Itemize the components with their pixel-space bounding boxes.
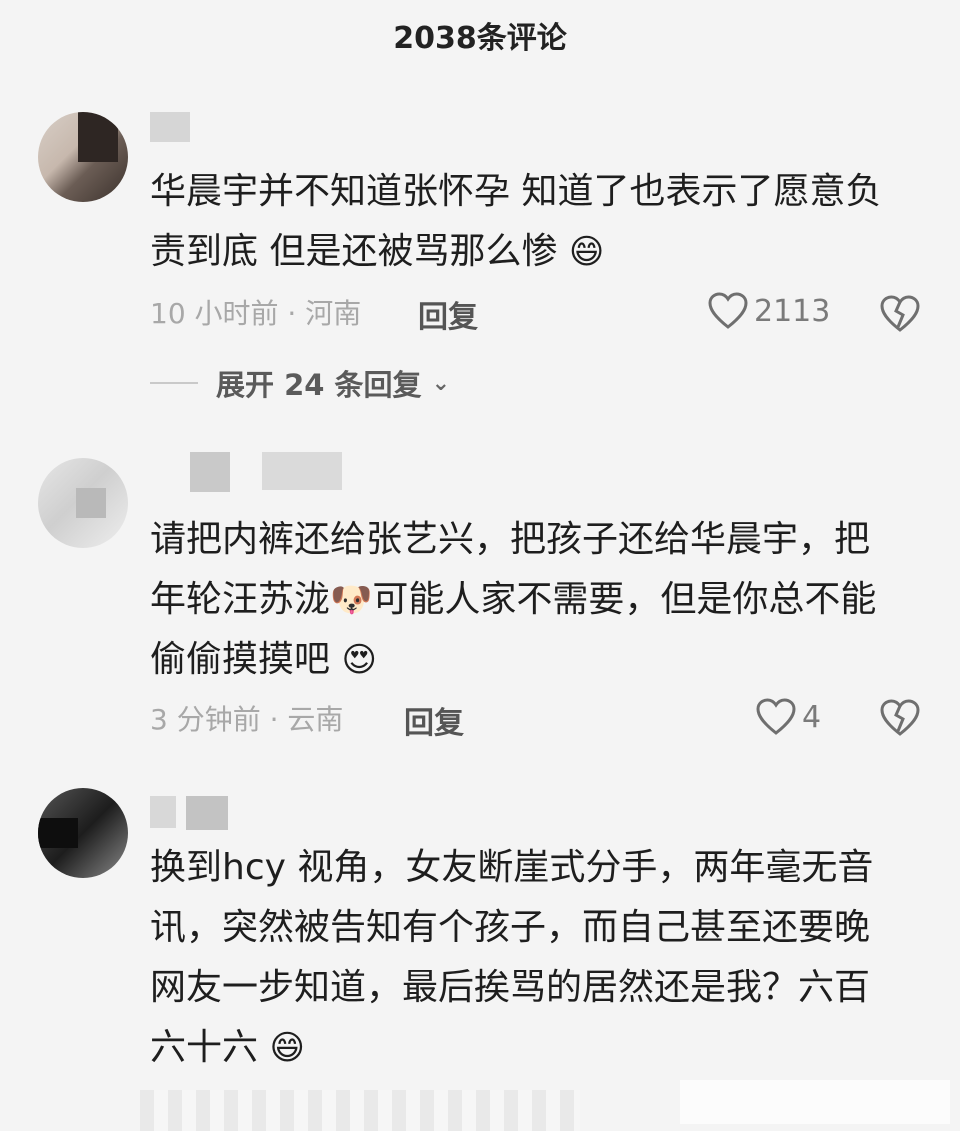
comment-text-line: 华晨宇并不知道张怀孕 知道了也表示了愿意负 — [150, 171, 882, 212]
username-blur — [190, 452, 230, 492]
username-blur — [262, 452, 342, 490]
broken-heart-icon[interactable] — [880, 698, 920, 738]
comment-text-line: 责到底 但是还被骂那么惨 😄 — [150, 222, 920, 282]
heart-outline-icon — [756, 698, 796, 735]
heart-eyes-emoji-icon: 😍 — [341, 640, 377, 680]
comment-meta: 10 小时前 · 河南 — [150, 297, 362, 330]
grin-emoji-icon: 😄 — [568, 232, 605, 272]
grin-emoji-icon: 😄 — [269, 1028, 305, 1068]
avatar[interactable] — [38, 112, 128, 202]
comment-count-title: 2038条评论 — [393, 21, 567, 56]
avatar-blur — [38, 818, 78, 848]
comment-text: 华晨宇并不知道张怀孕 知道了也表示了愿意负 责到底 但是还被骂那么惨 😄 — [150, 162, 920, 282]
comments-header: 2038条评论 — [0, 0, 960, 70]
comment-text-segment: 偷偷摸摸吧 — [150, 639, 331, 680]
obscured-meta — [140, 1090, 580, 1131]
avatar-blur — [78, 112, 118, 162]
comment-text-line: 换到hcy 视角，女友断崖式分手，两年毫无音 — [150, 847, 874, 888]
like-button[interactable]: 4 — [756, 698, 821, 736]
username-blur — [150, 112, 190, 142]
like-button[interactable]: 2113 — [708, 292, 830, 330]
expand-replies-label: 展开 24 条回复 — [216, 368, 422, 402]
reply-button[interactable]: 回复 — [418, 292, 478, 336]
avatar[interactable] — [38, 788, 128, 878]
dog-emoji-icon: 🐶 — [330, 580, 373, 620]
chevron-down-icon: ⌄ — [431, 370, 450, 396]
expand-replies-button[interactable]: 展开 24 条回复 ⌄ — [150, 362, 450, 404]
comment-text-line: 讯，突然被告知有个孩子，而自己甚至还要晚 — [150, 907, 871, 948]
comment-text-line: 年轮汪苏泷🐶可能人家不需要，但是你总不能 — [150, 570, 920, 630]
reply-button[interactable]: 回复 — [404, 698, 464, 742]
divider — [150, 382, 198, 384]
comment-text-line: 偷偷摸摸吧 😍 — [150, 630, 920, 690]
watermark — [680, 1080, 950, 1124]
avatar-blur — [76, 488, 106, 518]
comment-text-line: 网友一步知道，最后挨骂的居然还是我？六百 — [150, 967, 871, 1008]
comment-text-segment: 年轮汪苏泷 — [150, 579, 331, 620]
username-blur — [150, 796, 176, 828]
like-count: 4 — [802, 699, 822, 735]
username-blur — [186, 796, 228, 830]
avatar[interactable] — [38, 458, 128, 548]
broken-heart-icon[interactable] — [880, 294, 920, 334]
comment-text-line: 六十六 😄 — [150, 1018, 920, 1078]
like-count: 2113 — [754, 293, 831, 329]
comment-text: 换到hcy 视角，女友断崖式分手，两年毫无音 讯，突然被告知有个孩子，而自己甚至… — [150, 838, 920, 1078]
comment-text-segment: 可能人家不需要，但是你总不能 — [372, 579, 877, 620]
comment-meta: 3 分钟前 · 云南 — [150, 703, 344, 736]
comment-text-segment: 六十六 — [150, 1027, 259, 1068]
heart-outline-icon — [708, 292, 748, 329]
comment-text-line: 请把内裤还给张艺兴，把孩子还给华晨宇，把 — [150, 519, 871, 560]
comment-text-segment: 责到底 但是还被骂那么惨 — [150, 231, 558, 272]
comment-text: 请把内裤还给张艺兴，把孩子还给华晨宇，把 年轮汪苏泷🐶可能人家不需要，但是你总不… — [150, 510, 920, 690]
